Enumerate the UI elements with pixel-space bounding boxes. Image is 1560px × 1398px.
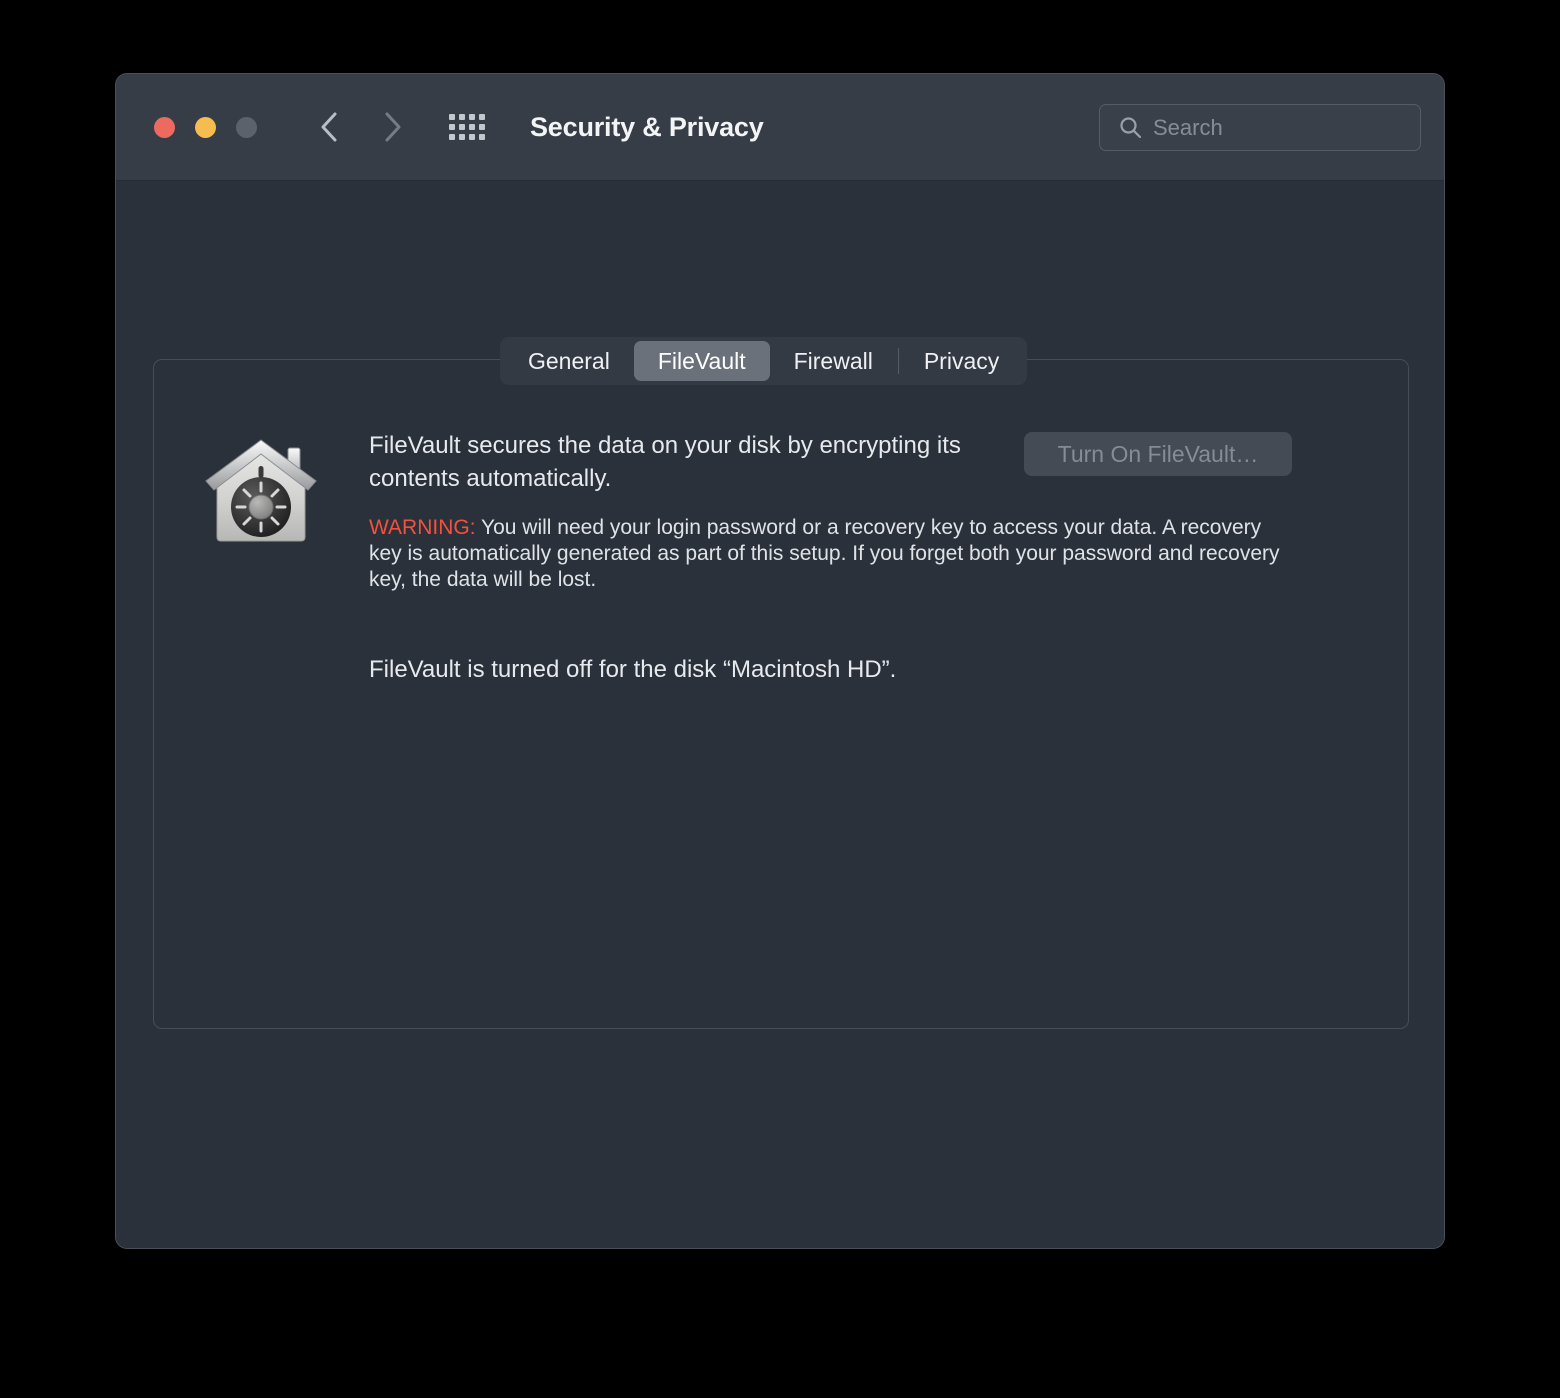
close-window-button[interactable] <box>154 116 175 138</box>
show-all-grid-icon[interactable] <box>449 114 485 140</box>
tab-firewall[interactable]: Firewall <box>770 341 897 381</box>
window-body: General FileVault Firewall Privacy FileV… <box>116 181 1444 1248</box>
warning-body: You will need your login password or a r… <box>369 516 1280 591</box>
page-title: Security & Privacy <box>530 111 764 142</box>
filevault-warning-text: WARNING: You will need your login passwo… <box>369 515 1284 593</box>
filevault-description: FileVault secures the data on your disk … <box>369 432 961 492</box>
minimize-window-button[interactable] <box>195 116 216 138</box>
tab-privacy[interactable]: Privacy <box>900 341 1023 381</box>
tab-separator <box>897 348 899 374</box>
zoom-window-button[interactable] <box>236 116 257 138</box>
traffic-light-buttons <box>154 116 257 138</box>
turn-on-filevault-button[interactable]: Turn On FileVault… <box>1024 432 1292 476</box>
window-titlebar: Security & Privacy Search <box>116 74 1444 181</box>
search-field[interactable]: Search <box>1099 104 1421 151</box>
filevault-status-text: FileVault is turned off for the disk “Ma… <box>369 656 897 683</box>
forward-chevron-icon[interactable] <box>382 110 404 144</box>
search-input-placeholder: Search <box>1153 114 1223 140</box>
filevault-house-safe-icon <box>200 433 322 551</box>
tab-filevault[interactable]: FileVault <box>633 341 770 381</box>
tab-general[interactable]: General <box>504 341 634 381</box>
navigation-arrows <box>318 110 404 144</box>
search-icon <box>1120 117 1142 139</box>
warning-label: WARNING: <box>369 516 476 539</box>
preference-tab-bar: General FileVault Firewall Privacy <box>500 337 1028 385</box>
back-chevron-icon[interactable] <box>318 110 340 144</box>
security-privacy-window: Security & Privacy Search General FileVa… <box>115 73 1445 1249</box>
